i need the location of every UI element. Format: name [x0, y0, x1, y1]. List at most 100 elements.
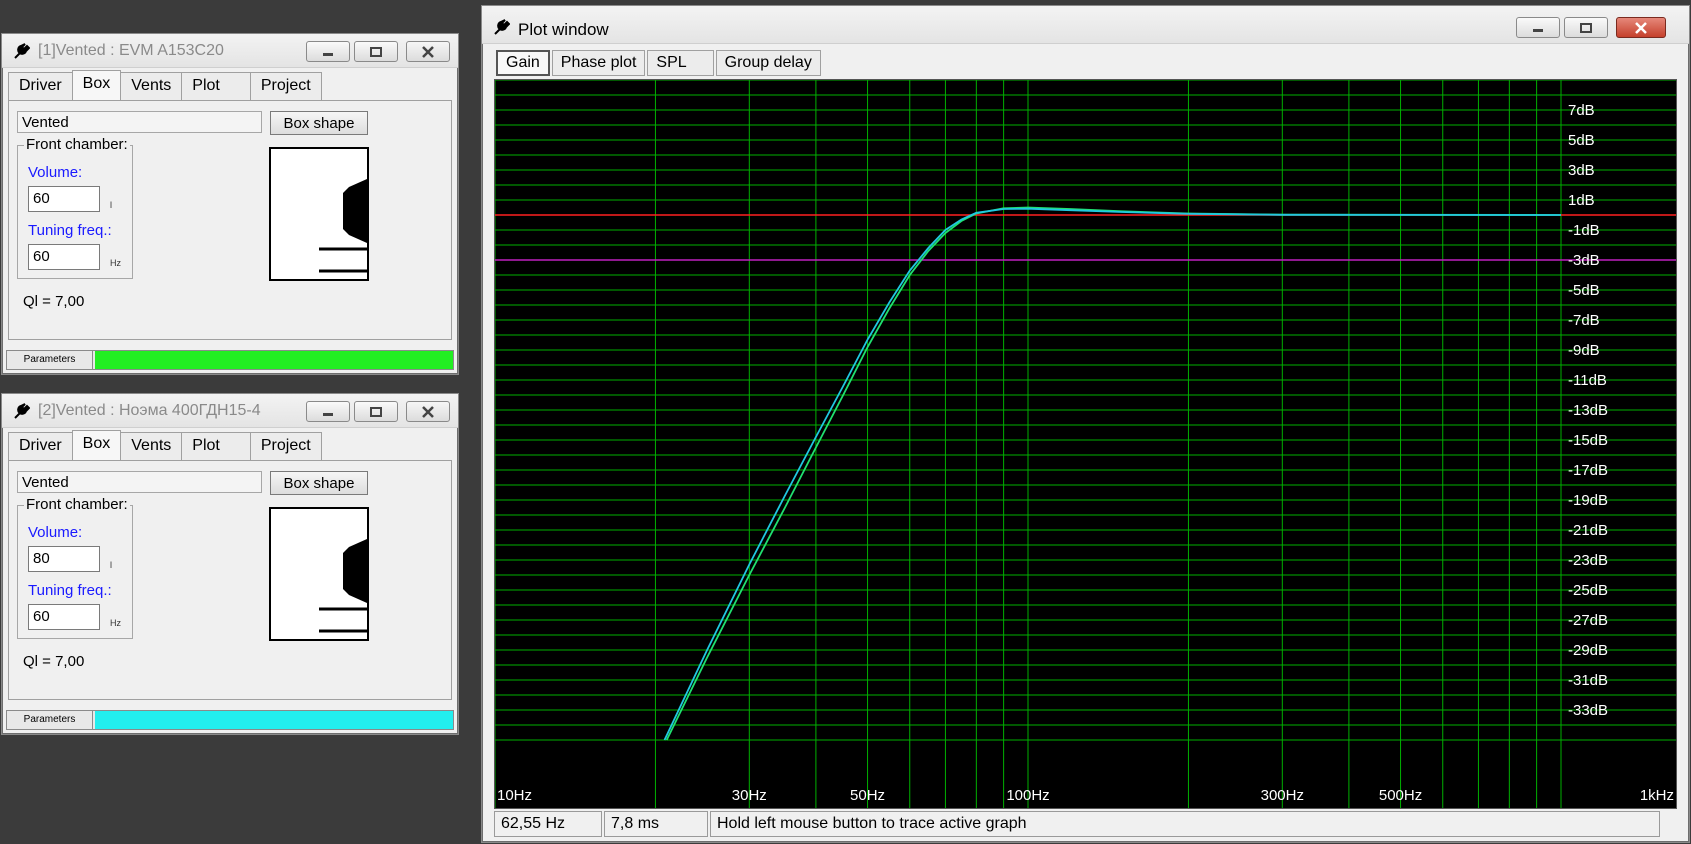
tab-spl[interactable]: SPL: [647, 50, 714, 76]
tab-strip: Driver Box Vents Plot Project: [8, 70, 322, 100]
volume-input[interactable]: 60: [28, 186, 100, 212]
y-tick-label: -3dB: [1568, 252, 1600, 269]
y-tick-label: -17dB: [1568, 462, 1608, 479]
series-line-2: [663, 207, 1562, 741]
front-chamber-label: Front chamber:: [24, 136, 130, 153]
y-tick-label: -9dB: [1568, 342, 1600, 359]
wrench-icon: [14, 43, 30, 59]
y-tick-label: -11dB: [1568, 372, 1607, 389]
y-tick-label: -27dB: [1568, 612, 1608, 629]
tab-box[interactable]: Box: [71, 430, 122, 460]
tab-phase-plot[interactable]: Phase plot: [551, 50, 646, 76]
tuning-freq-input[interactable]: 60: [28, 244, 100, 270]
maximize-button[interactable]: [1564, 17, 1608, 38]
gain-plot[interactable]: 7dB 5dB 3dB 1dB -1dB -3dB -5dB -7dB -9dB -11dB -13…: [494, 79, 1677, 809]
y-tick-label: -23dB: [1568, 552, 1608, 569]
status-color-bar: [95, 351, 453, 369]
tab-box[interactable]: Box: [71, 70, 122, 100]
status-color-bar: [95, 711, 453, 729]
tab-project[interactable]: Project: [249, 432, 322, 460]
tab-plot[interactable]: Plot: [181, 432, 251, 460]
tab-project[interactable]: Project: [249, 72, 322, 100]
y-tick-label: -31dB: [1568, 672, 1608, 689]
tuning-freq-input[interactable]: 60: [28, 604, 100, 630]
tab-driver[interactable]: Driver: [8, 72, 73, 100]
y-tick-label: -29dB: [1568, 642, 1608, 659]
status-hint: Hold left mouse button to trace active g…: [710, 811, 1660, 837]
speaker-driver-icon: [319, 539, 367, 633]
tab-plot[interactable]: Plot: [181, 72, 251, 100]
front-chamber-group: Front chamber: Volume: 60 l Tuning freq.…: [17, 136, 133, 279]
box-type-field: Vented: [17, 471, 262, 493]
minimize-button[interactable]: [1516, 17, 1560, 38]
y-tick-label: -33dB: [1568, 702, 1608, 719]
y-tick-label: 1dB: [1568, 192, 1595, 209]
ql-value: Ql = 7,00: [23, 653, 85, 670]
box-shape-button[interactable]: Box shape: [270, 471, 368, 495]
x-tick-label: 50Hz: [850, 787, 885, 804]
maximize-button[interactable]: [354, 401, 398, 422]
front-chamber-group: Front chamber: Volume: 80 l Tuning freq.…: [17, 496, 133, 639]
close-button[interactable]: [406, 41, 450, 62]
plot-status-bar: 62,55 Hz 7,8 ms Hold left mouse button t…: [494, 811, 1662, 837]
plot-window: Plot window Gain Phase plot SPL Group de…: [481, 5, 1690, 843]
titlebar[interactable]: [1]Vented : EVM A153C20: [2, 34, 458, 68]
status-label: Parameters: [7, 351, 93, 369]
volume-input[interactable]: 80: [28, 546, 100, 572]
box-shape-preview: [269, 147, 369, 281]
volume-unit: l: [110, 200, 112, 210]
close-icon: [422, 45, 434, 58]
minimize-icon: [323, 52, 333, 56]
volume-label: Volume:: [28, 524, 83, 541]
x-tick-label: 300Hz: [1261, 787, 1304, 804]
y-tick-label: -25dB: [1568, 582, 1608, 599]
close-icon: [422, 405, 434, 418]
gain-chart[interactable]: 7dB 5dB 3dB 1dB -1dB -3dB -5dB -7dB -9dB -11dB -13…: [494, 79, 1676, 808]
box-shape-button[interactable]: Box shape: [270, 111, 368, 135]
y-tick-label: -1dB: [1568, 222, 1600, 239]
project-window-1: [1]Vented : EVM A153C20 Driver Box Vents…: [1, 33, 459, 375]
box-type-field: Vented: [17, 111, 262, 133]
x-tick-label: 1kHz: [1640, 787, 1674, 804]
box-tab-panel: Vented Box shape Front chamber: Volume: …: [8, 100, 452, 340]
tab-group-delay[interactable]: Group delay: [715, 50, 821, 76]
ql-value: Ql = 7,00: [23, 293, 85, 310]
window-title: [1]Vented : EVM A153C20: [38, 42, 224, 59]
box-shape-preview: [269, 507, 369, 641]
tab-driver[interactable]: Driver: [8, 432, 73, 460]
maximize-button[interactable]: [354, 41, 398, 62]
y-tick-label: 5dB: [1568, 132, 1595, 149]
titlebar[interactable]: [2]Vented : Ноэма 400ГДН15-4: [2, 394, 458, 428]
front-chamber-label: Front chamber:: [24, 496, 130, 513]
titlebar[interactable]: Plot window: [482, 6, 1689, 44]
cursor-time: 7,8 ms: [604, 811, 708, 837]
x-tick-label: 10Hz: [497, 787, 532, 804]
close-button[interactable]: [1616, 17, 1666, 38]
tuning-freq-label: Tuning freq.:: [28, 222, 112, 239]
minimize-button[interactable]: [306, 41, 350, 62]
y-tick-label: -19dB: [1568, 492, 1608, 509]
volume-unit: l: [110, 560, 112, 570]
tab-vents[interactable]: Vents: [120, 432, 183, 460]
volume-label: Volume:: [28, 164, 83, 181]
tab-gain[interactable]: Gain: [496, 50, 550, 76]
parameters-status-bar: Parameters: [6, 350, 454, 370]
x-tick-label: 100Hz: [1006, 787, 1049, 804]
window-title: Plot window: [518, 20, 609, 39]
tuning-freq-label: Tuning freq.:: [28, 582, 112, 599]
maximize-icon: [370, 406, 382, 417]
x-tick-label: 30Hz: [732, 787, 767, 804]
y-tick-label: 7dB: [1568, 102, 1595, 119]
parameters-status-bar: Parameters: [6, 710, 454, 730]
y-tick-label: 3dB: [1568, 162, 1595, 179]
x-tick-label: 500Hz: [1379, 787, 1422, 804]
minimize-button[interactable]: [306, 401, 350, 422]
close-icon: [1635, 21, 1647, 34]
tab-vents[interactable]: Vents: [120, 72, 183, 100]
wrench-icon: [14, 403, 30, 419]
cursor-frequency: 62,55 Hz: [494, 811, 602, 837]
close-button[interactable]: [406, 401, 450, 422]
series-line-1: [665, 206, 1562, 741]
tuning-freq-unit: Hz: [110, 258, 121, 268]
y-tick-label: -21dB: [1568, 522, 1608, 539]
